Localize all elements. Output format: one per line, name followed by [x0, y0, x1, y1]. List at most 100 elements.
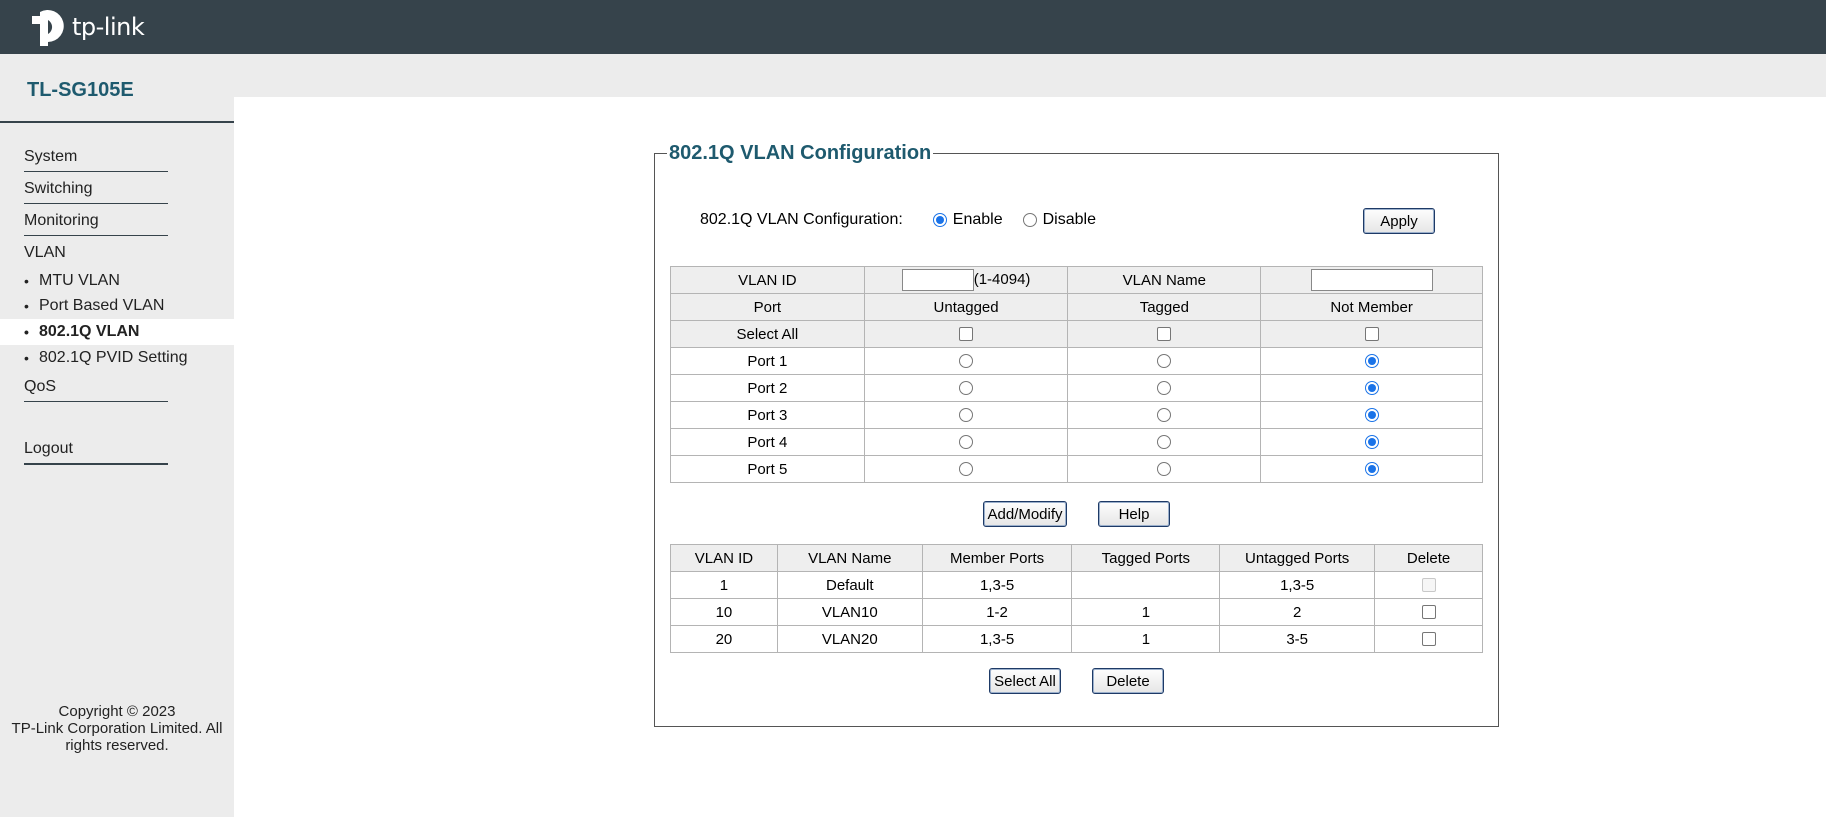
disable-label: Disable — [1042, 211, 1096, 228]
model-divider — [0, 121, 234, 123]
sidebar: TL-SG105E System Switching Monitoring VL… — [0, 54, 234, 817]
cell — [1260, 374, 1483, 402]
port-row: Port 1 — [670, 347, 1483, 375]
add-modify-button[interactable]: Add/Modify — [983, 501, 1067, 527]
model-name: TL-SG105E — [27, 79, 134, 101]
delete-checkbox[interactable] — [1421, 605, 1436, 619]
table-header-row: VLAN ID VLAN Name Member Ports Tagged Po… — [670, 544, 1483, 572]
bullet-icon: • — [24, 273, 29, 289]
not-member-radio[interactable] — [1364, 381, 1379, 395]
sidebar-item-8021q-pvid-setting[interactable]: • 802.1Q PVID Setting — [0, 345, 234, 371]
column-header: Member Ports — [921, 544, 1073, 572]
delete-checkbox — [1421, 578, 1436, 592]
table-row: 20 VLAN20 1,3-5 1 3-5 — [670, 625, 1483, 653]
not-member-radio[interactable] — [1364, 462, 1379, 476]
cell — [1067, 320, 1262, 348]
untagged-radio[interactable] — [959, 381, 974, 395]
select-all-tagged-checkbox[interactable] — [1157, 327, 1172, 341]
tagged-ports-cell — [1071, 571, 1221, 599]
cell — [1067, 428, 1262, 456]
not-member-radio[interactable] — [1364, 435, 1379, 449]
select-all-untagged-checkbox[interactable] — [959, 327, 974, 341]
member-ports-cell: 1-2 — [921, 598, 1073, 626]
select-all-label: Select All — [670, 320, 865, 348]
vlan-id-input[interactable] — [901, 269, 974, 291]
untagged-radio[interactable] — [959, 408, 974, 422]
column-header: Not Member — [1260, 293, 1483, 321]
sidebar-item-label: Port Based VLAN — [39, 297, 165, 314]
cell — [1067, 455, 1262, 483]
sidebar-item-port-based-vlan[interactable]: • Port Based VLAN — [0, 293, 234, 319]
cell — [863, 428, 1069, 456]
sidebar-item-label: 802.1Q PVID Setting — [39, 349, 188, 366]
untagged-radio[interactable] — [959, 462, 974, 476]
vlan-name-cell: Default — [776, 571, 923, 599]
delete-button[interactable]: Delete — [1092, 668, 1164, 694]
top-header: tp-link — [0, 0, 1826, 54]
cell — [1374, 571, 1483, 599]
cell — [1260, 320, 1483, 348]
sidebar-item-vlan[interactable]: VLAN — [24, 244, 66, 262]
column-header: VLAN ID — [670, 544, 778, 572]
sidebar-item-mtu-vlan[interactable]: • MTU VLAN — [0, 268, 234, 294]
apply-button[interactable]: Apply — [1363, 208, 1435, 234]
help-button[interactable]: Help — [1098, 501, 1170, 527]
delete-checkbox[interactable] — [1421, 632, 1436, 646]
tagged-radio[interactable] — [1157, 462, 1172, 476]
bullet-icon: • — [24, 298, 29, 314]
disable-radio[interactable] — [1022, 213, 1037, 227]
not-member-radio[interactable] — [1364, 408, 1379, 422]
select-all-not-member-checkbox[interactable] — [1364, 327, 1379, 341]
cell — [1260, 401, 1483, 429]
cell — [1067, 347, 1262, 375]
tagged-radio[interactable] — [1157, 435, 1172, 449]
enable-radio[interactable] — [932, 213, 947, 227]
member-ports-cell: 1,3-5 — [921, 625, 1073, 653]
select-all-button[interactable]: Select All — [989, 668, 1061, 694]
cell — [863, 320, 1069, 348]
untagged-ports-cell: 2 — [1219, 598, 1376, 626]
cell — [1067, 374, 1262, 402]
cell — [863, 401, 1069, 429]
cell — [1374, 625, 1483, 653]
cell — [1067, 401, 1262, 429]
panel-title: 802.1Q VLAN Configuration — [667, 142, 934, 165]
vlan-id-cell: 1 — [670, 571, 778, 599]
cell — [863, 455, 1069, 483]
sidebar-item-qos[interactable]: QoS — [24, 378, 168, 402]
sidebar-item-label: MTU VLAN — [39, 272, 120, 289]
untagged-ports-cell: 3-5 — [1219, 625, 1376, 653]
tp-link-logo: tp-link — [26, 6, 145, 48]
port-row: Port 3 — [670, 401, 1483, 429]
sidebar-item-label: 802.1Q VLAN — [39, 323, 140, 340]
vlan-name-label: VLAN Name — [1067, 266, 1262, 294]
untagged-radio[interactable] — [959, 354, 974, 368]
tagged-ports-cell: 1 — [1071, 625, 1221, 653]
table-row: 1 Default 1,3-5 1,3-5 — [670, 571, 1483, 599]
vlan-name-input[interactable] — [1310, 269, 1433, 291]
column-header: Delete — [1374, 544, 1483, 572]
vlan-id-range: (1-4094) — [973, 270, 1031, 288]
port-name: Port 1 — [670, 347, 865, 375]
vlan-name-cell — [1260, 266, 1483, 294]
sidebar-item-system[interactable]: System — [24, 148, 168, 172]
vlan-edit-table: VLAN ID (1-4094) VLAN Name Port Untagged… — [670, 266, 1483, 483]
logout-link[interactable]: Logout — [24, 440, 168, 465]
sidebar-item-8021q-vlan[interactable]: • 802.1Q VLAN — [0, 319, 234, 345]
sidebar-item-switching[interactable]: Switching — [24, 180, 168, 204]
vlan-name-cell: VLAN20 — [776, 625, 923, 653]
tagged-radio[interactable] — [1157, 408, 1172, 422]
tagged-ports-cell: 1 — [1071, 598, 1221, 626]
untagged-radio[interactable] — [959, 435, 974, 449]
column-header: VLAN Name — [776, 544, 923, 572]
vlan-id-cell: (1-4094) — [863, 266, 1069, 294]
cell — [863, 347, 1069, 375]
bullet-icon: • — [24, 324, 29, 340]
tagged-radio[interactable] — [1157, 381, 1172, 395]
sidebar-item-monitoring[interactable]: Monitoring — [24, 212, 168, 236]
tagged-radio[interactable] — [1157, 354, 1172, 368]
column-header: Tagged — [1067, 293, 1262, 321]
not-member-radio[interactable] — [1364, 354, 1379, 368]
bullet-icon: • — [24, 350, 29, 366]
cell — [863, 374, 1069, 402]
